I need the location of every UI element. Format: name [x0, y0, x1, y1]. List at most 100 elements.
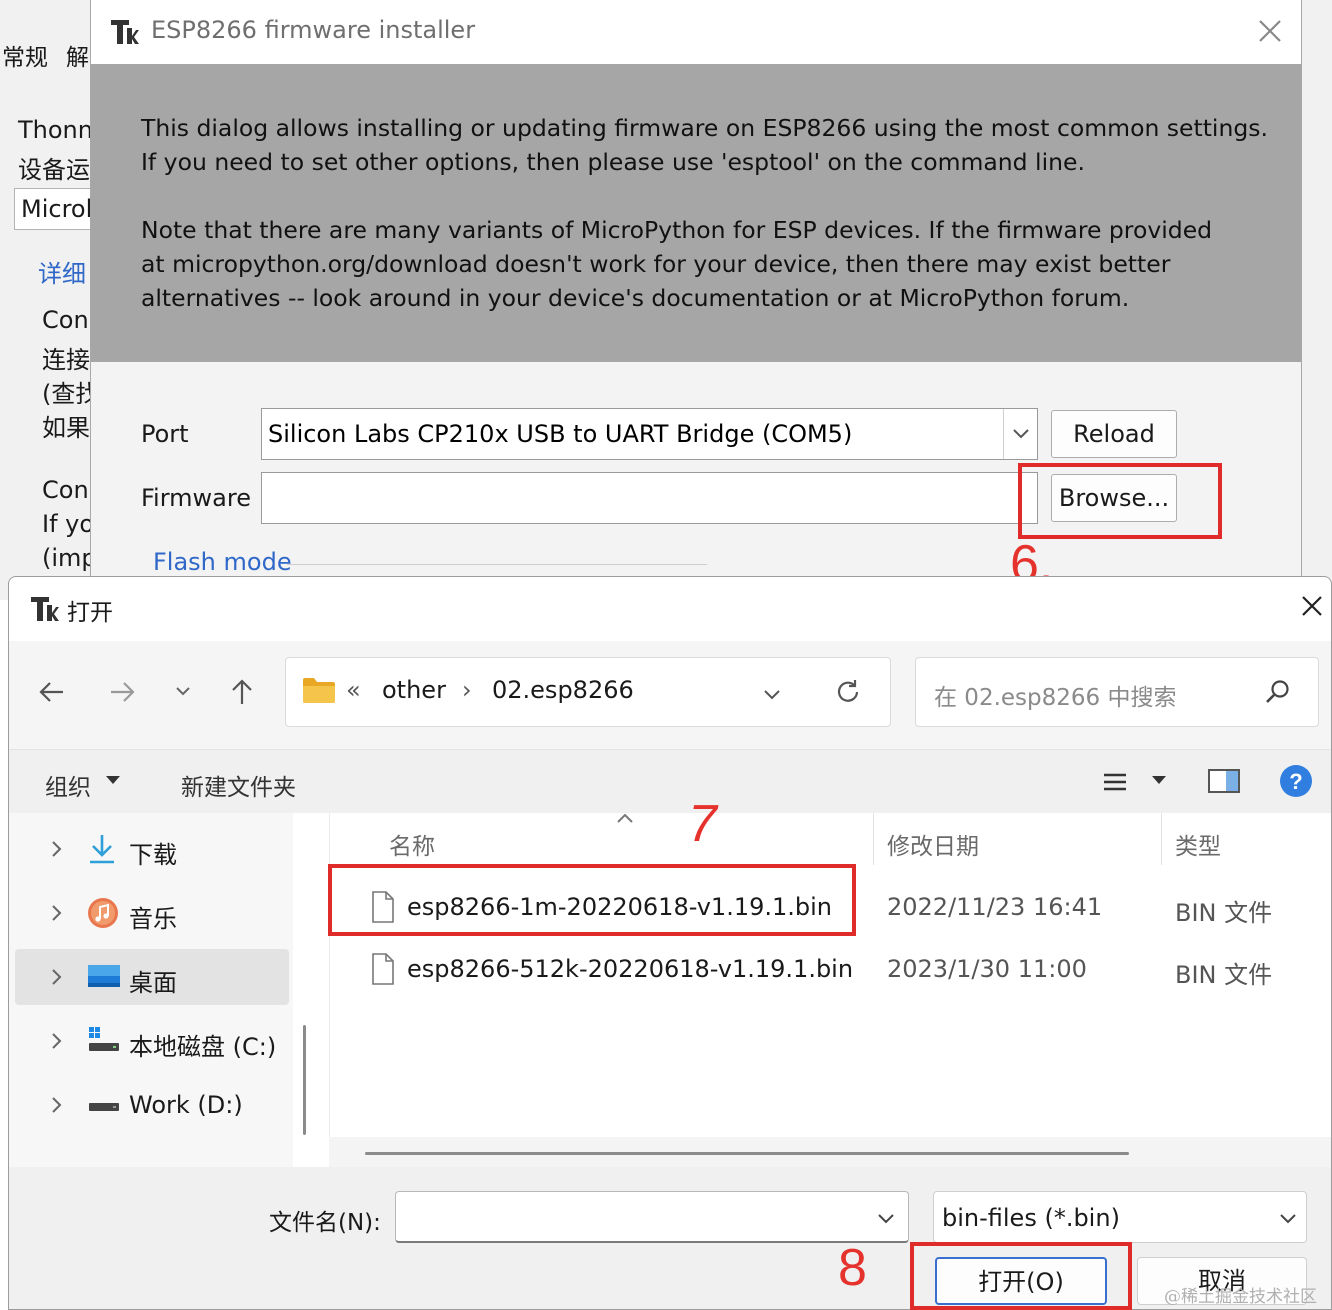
browse-highlight-box [1018, 463, 1222, 539]
step-8-label: 8 [838, 1239, 867, 1297]
download-icon [87, 833, 117, 865]
up-arrow-icon[interactable] [227, 677, 257, 707]
open-file-dialog: 打开 « other › 02.esp8266 在 02.esp8266 中搜索… [8, 576, 1332, 1310]
flash-mode-group-border [287, 564, 707, 565]
file-date: 2022/11/23 16:41 [887, 893, 1103, 921]
horizontal-scrollbar[interactable] [365, 1152, 1129, 1155]
address-bar[interactable]: « other › 02.esp8266 [285, 657, 891, 727]
chevron-down-icon[interactable] [1003, 409, 1037, 459]
filename-input[interactable] [395, 1191, 909, 1243]
drive-icon [87, 1025, 121, 1055]
back-arrow-icon[interactable] [37, 677, 67, 707]
tab-interpreter[interactable]: 解 [66, 38, 89, 72]
column-header-date[interactable]: 修改日期 [887, 827, 979, 861]
chevron-down-icon[interactable] [762, 684, 782, 704]
interpreter-combo-value: Microl [21, 195, 93, 223]
file-date: 2023/1/30 11:00 [887, 955, 1087, 983]
breadcrumb-other[interactable]: other [382, 676, 446, 704]
info-text-line: alternatives -- look around in your devi… [141, 284, 1130, 312]
tab-general[interactable]: 常规 [2, 38, 48, 72]
refresh-icon[interactable] [834, 678, 862, 706]
search-icon[interactable] [1264, 678, 1292, 706]
breadcrumb-current[interactable]: 02.esp8266 [492, 676, 634, 704]
new-folder-button[interactable]: 新建文件夹 [181, 768, 296, 802]
command-toolbar: 组织 新建文件夹 ? [9, 749, 1331, 813]
column-header-type[interactable]: 类型 [1175, 827, 1221, 861]
column-divider[interactable] [1161, 813, 1162, 865]
bg-text-line: Conı [42, 476, 96, 504]
sidebar-item-work-d[interactable]: Work (D:) [15, 1077, 289, 1133]
file-type-filter-select[interactable]: bin-files (*.bin) [933, 1191, 1307, 1243]
chevron-down-icon[interactable] [876, 1208, 896, 1228]
port-select[interactable]: Silicon Labs CP210x USB to UART Bridge (… [261, 408, 1038, 460]
port-select-value: Silicon Labs CP210x USB to UART Bridge (… [268, 420, 853, 448]
sidebar-scrollbar[interactable] [303, 1025, 306, 1135]
esp-info-panel: This dialog allows installing or updatin… [91, 64, 1301, 362]
file-type: BIN 文件 [1175, 961, 1273, 989]
info-text-line: Note that there are many variants of Mic… [141, 216, 1213, 244]
desktop-icon [87, 961, 121, 991]
column-header-name[interactable]: 名称 [389, 827, 435, 861]
sidebar-item-label: 音乐 [129, 905, 177, 933]
search-box[interactable]: 在 02.esp8266 中搜索 [915, 657, 1319, 727]
sidebar-item-downloads[interactable]: 下载 [15, 821, 289, 877]
filename-label: 文件名(N): [269, 1210, 381, 1236]
file-type-filter-value: bin-files (*.bin) [942, 1204, 1120, 1232]
watermark: @稀土掘金技术社区 [1164, 1287, 1317, 1307]
column-divider[interactable] [873, 813, 874, 865]
help-icon[interactable]: ? [1279, 764, 1313, 798]
info-text-line: If you need to set other options, then p… [141, 148, 1085, 176]
info-text-line: This dialog allows installing or updatin… [141, 114, 1268, 142]
sidebar-item-local-disk-c[interactable]: 本地磁盘 (C:) [15, 1013, 289, 1069]
bg-text-line: If yo [42, 510, 95, 538]
file-type: BIN 文件 [1175, 899, 1273, 927]
esp-dialog-title: ESP8266 firmware installer [151, 16, 476, 44]
sidebar-item-label: 本地磁盘 (C:) [129, 1033, 277, 1061]
organize-menu[interactable]: 组织 [45, 768, 91, 802]
bg-text-line: Thonn [18, 116, 93, 144]
chevron-down-icon[interactable] [1278, 1208, 1298, 1228]
drive-icon [87, 1089, 121, 1119]
firmware-input[interactable] [261, 472, 1038, 524]
folder-icon [302, 676, 336, 704]
chevron-right-icon[interactable] [49, 903, 63, 923]
recent-locations-chevron-icon[interactable] [173, 681, 193, 701]
chevron-right-icon[interactable] [49, 1031, 63, 1051]
bg-text-line: 连接 [42, 346, 90, 374]
chevron-right-icon[interactable] [49, 967, 63, 987]
caret-down-icon[interactable] [105, 774, 121, 786]
svg-text:?: ? [1289, 769, 1302, 794]
bg-text-line: Conı [42, 306, 96, 334]
sort-ascending-icon [615, 811, 635, 825]
firmware-label: Firmware [141, 484, 251, 512]
caret-down-icon[interactable] [1151, 774, 1167, 786]
details-link[interactable]: 详细 [38, 254, 86, 289]
open-dialog-title: 打开 [67, 600, 113, 626]
tk-logo-icon [109, 16, 139, 46]
breadcrumb-overflow[interactable]: « [346, 676, 361, 704]
port-label: Port [141, 420, 189, 448]
sidebar-item-label: Work (D:) [129, 1091, 243, 1119]
file-name: esp8266-512k-20220618-v1.19.1.bin [407, 955, 854, 983]
search-input[interactable]: 在 02.esp8266 中搜索 [934, 678, 1176, 712]
chevron-right-icon[interactable] [49, 1095, 63, 1115]
step-7-label: 7 [688, 795, 717, 853]
forward-arrow-icon[interactable] [107, 677, 137, 707]
sidebar-item-desktop[interactable]: 桌面 [15, 949, 289, 1005]
reload-button[interactable]: Reload [1051, 410, 1177, 458]
bg-text-line: 设备运 [18, 156, 90, 184]
file-highlight-box [328, 864, 856, 936]
sidebar-item-music[interactable]: 音乐 [15, 885, 289, 941]
tk-logo-icon [29, 593, 59, 623]
flash-mode-group-label: Flash mode [153, 548, 292, 576]
breadcrumb-separator: › [462, 676, 472, 704]
view-list-icon[interactable] [1101, 768, 1129, 796]
esp-close-icon[interactable] [1257, 18, 1283, 44]
music-icon [87, 897, 119, 929]
file-row[interactable]: esp8266-512k-20220618-v1.19.1.bin 2023/1… [329, 939, 1331, 999]
preview-pane-icon[interactable] [1207, 766, 1241, 796]
bg-text-line: 如果 [42, 414, 90, 442]
open-close-icon[interactable] [1299, 593, 1325, 619]
chevron-right-icon[interactable] [49, 839, 63, 859]
sidebar-item-label: 下载 [129, 841, 177, 869]
